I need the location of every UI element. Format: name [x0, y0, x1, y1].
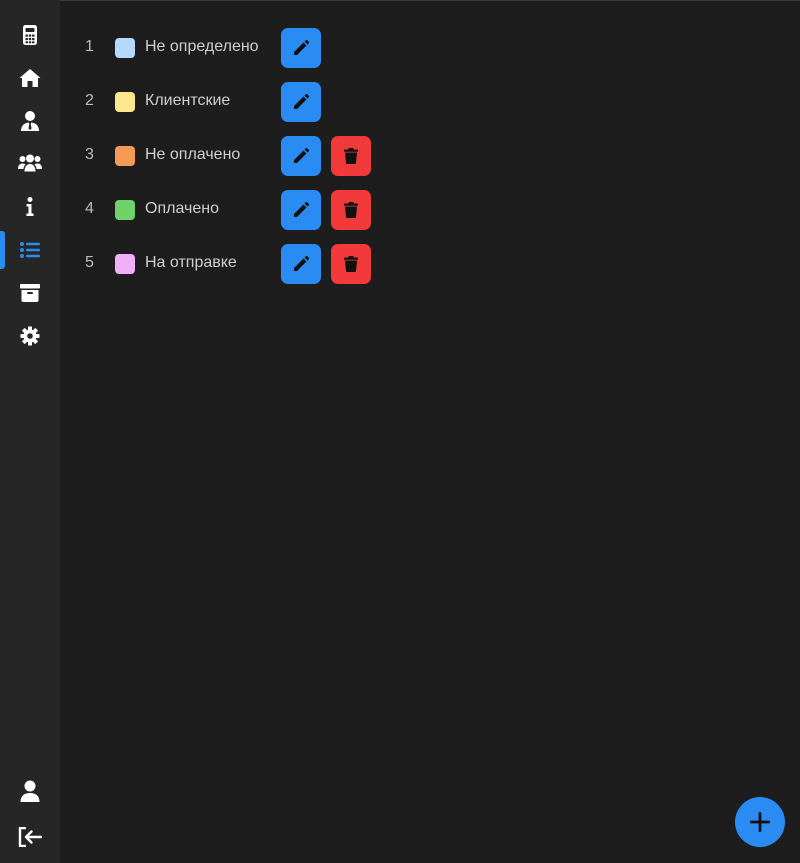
status-color-swatch [115, 254, 135, 274]
status-number: 1 [85, 38, 94, 55]
status-row: 2 Клиентские [60, 81, 460, 122]
plus-icon [750, 812, 770, 832]
calculator-icon [23, 25, 37, 45]
info-icon [26, 197, 34, 216]
status-row: 1 Не определено [60, 27, 460, 68]
sidebar-item-statuses[interactable] [0, 230, 60, 270]
edit-button[interactable] [281, 244, 321, 284]
status-number: 5 [85, 254, 94, 271]
status-number: 4 [85, 200, 94, 217]
status-color-swatch [115, 38, 135, 58]
status-row: 3 Не оплачено [60, 135, 460, 176]
sidebar-item-logout[interactable] [0, 817, 60, 857]
user-icon [20, 780, 40, 802]
delete-button[interactable] [331, 136, 371, 176]
add-status-button[interactable] [735, 797, 785, 847]
sidebar-item-clients[interactable] [0, 143, 60, 183]
sidebar-item-profile[interactable] [0, 771, 60, 811]
logout-icon [18, 827, 42, 847]
sidebar-item-info[interactable] [0, 187, 60, 227]
user-tie-icon [21, 111, 39, 131]
archive-icon [20, 284, 40, 302]
status-label: Оплачено [145, 200, 219, 217]
status-color-swatch [115, 200, 135, 220]
status-color-swatch [115, 146, 135, 166]
trash-icon [344, 202, 358, 218]
pencil-icon [294, 40, 309, 55]
status-row: 4 Оплачено [60, 189, 460, 230]
gear-icon [20, 326, 40, 346]
pencil-icon [294, 148, 309, 163]
status-label: Не оплачено [145, 146, 241, 163]
users-icon [18, 154, 42, 172]
app-window: 1 Не определено 2 Клиентские 3 Не оплаче… [0, 0, 800, 863]
home-icon [19, 69, 41, 87]
sidebar-item-archive[interactable] [0, 273, 60, 313]
trash-icon [344, 148, 358, 164]
edit-button[interactable] [281, 82, 321, 122]
list-icon [20, 242, 40, 258]
trash-icon [344, 256, 358, 272]
pencil-icon [294, 202, 309, 217]
sidebar-item-employee[interactable] [0, 101, 60, 141]
status-color-swatch [115, 92, 135, 112]
edit-button[interactable] [281, 28, 321, 68]
status-label: На отправке [145, 254, 237, 271]
sidebar [0, 0, 60, 863]
status-label: Не определено [145, 38, 259, 55]
delete-button[interactable] [331, 244, 371, 284]
sidebar-item-home[interactable] [0, 58, 60, 98]
delete-button[interactable] [331, 190, 371, 230]
sidebar-item-calculator[interactable] [0, 15, 60, 55]
pencil-icon [294, 256, 309, 271]
edit-button[interactable] [281, 190, 321, 230]
active-indicator [0, 231, 5, 269]
status-list-panel: 1 Не определено 2 Клиентские 3 Не оплаче… [60, 0, 800, 863]
status-number: 3 [85, 146, 94, 163]
sidebar-item-settings[interactable] [0, 316, 60, 356]
status-number: 2 [85, 92, 94, 109]
pencil-icon [294, 94, 309, 109]
status-label: Клиентские [145, 92, 231, 109]
edit-button[interactable] [281, 136, 321, 176]
status-row: 5 На отправке [60, 243, 460, 284]
